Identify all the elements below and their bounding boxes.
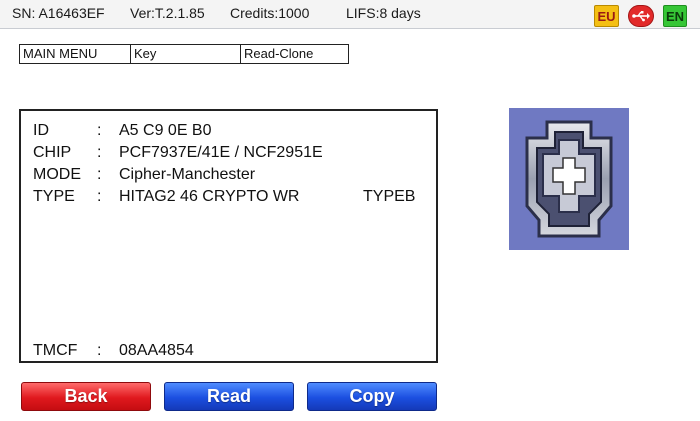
chip-label: CHIP (33, 144, 72, 161)
firmware-version: Ver:T.2.1.85 (130, 5, 205, 21)
chip-colon: : (97, 144, 102, 161)
mode-value: Cipher-Manchester (119, 166, 256, 183)
key-slot-diagram-icon (509, 108, 629, 250)
serial-number: SN: A16463EF (12, 5, 105, 21)
lifs-remaining: LIFS:8 days (346, 5, 421, 21)
type-value: HITAG2 46 CRYPTO WR (119, 188, 300, 205)
mode-colon: : (97, 166, 102, 183)
breadcrumb-read-clone[interactable]: Read-Clone (241, 45, 348, 63)
breadcrumb: MAIN MENU Key Read-Clone (19, 44, 349, 64)
type-colon: : (97, 188, 102, 205)
usb-symbol-icon (632, 11, 650, 22)
tmcf-colon: : (97, 342, 102, 359)
region-badge[interactable]: EU (594, 5, 619, 27)
read-button[interactable]: Read (164, 382, 294, 411)
copy-button[interactable]: Copy (307, 382, 437, 411)
type-label: TYPE (33, 188, 75, 205)
transponder-info-panel: ID : A5 C9 0E B0 CHIP : PCF7937E/41E / N… (19, 109, 438, 363)
credits-count: Credits:1000 (230, 5, 310, 21)
usb-icon[interactable] (628, 5, 654, 27)
key-slot-icon (509, 108, 629, 250)
back-button[interactable]: Back (21, 382, 151, 411)
mode-label: MODE (33, 166, 81, 183)
id-colon: : (97, 122, 102, 139)
tmcf-value: 08AA4854 (119, 342, 194, 359)
language-badge[interactable]: EN (663, 5, 687, 27)
id-label: ID (33, 122, 49, 139)
tmcf-label: TMCF (33, 342, 78, 359)
breadcrumb-main-menu[interactable]: MAIN MENU (20, 45, 131, 63)
type-variant: TYPEB (363, 188, 416, 205)
breadcrumb-key[interactable]: Key (131, 45, 241, 63)
status-bar: SN: A16463EF Ver:T.2.1.85 Credits:1000 L… (0, 0, 700, 29)
chip-value: PCF7937E/41E / NCF2951E (119, 144, 323, 161)
id-value: A5 C9 0E B0 (119, 122, 212, 139)
